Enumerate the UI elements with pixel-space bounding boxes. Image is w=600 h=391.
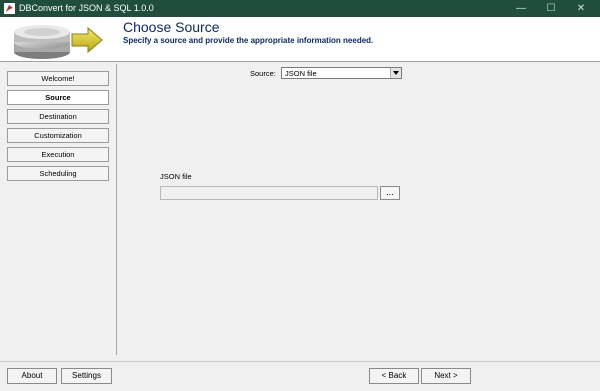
next-button[interactable]: Next > [421,368,471,384]
footer-divider [0,361,600,362]
json-file-input[interactable] [160,186,378,200]
close-button[interactable]: ✕ [566,0,596,17]
json-file-label: JSON file [160,172,192,181]
maximize-button[interactable]: ☐ [536,0,566,17]
minimize-button[interactable]: — [506,0,536,17]
page-title: Choose Source [123,19,220,35]
sidebar-item-welcome[interactable]: Welcome! [7,71,109,86]
settings-button[interactable]: Settings [61,368,112,384]
sidebar-divider [116,64,117,355]
sidebar-item-scheduling[interactable]: Scheduling [7,166,109,181]
about-button[interactable]: About [7,368,57,384]
title-bar: DBConvert for JSON & SQL 1.0.0 — ☐ ✕ [0,0,600,17]
wizard-header: Choose Source Specify a source and provi… [0,17,600,62]
sidebar-item-customization[interactable]: Customization [7,128,109,143]
app-icon [4,3,15,14]
page-subtitle: Specify a source and provide the appropr… [123,36,374,45]
sidebar-item-execution[interactable]: Execution [7,147,109,162]
source-label: Source: [250,69,276,78]
source-selected-value: JSON file [285,69,317,78]
back-button[interactable]: < Back [369,368,419,384]
window-title: DBConvert for JSON & SQL 1.0.0 [19,3,154,13]
source-select[interactable]: JSON file [281,67,402,79]
database-convert-icon [14,25,103,59]
sidebar-item-source[interactable]: Source [7,90,109,105]
sidebar-item-destination[interactable]: Destination [7,109,109,124]
chevron-down-icon[interactable] [390,68,401,78]
browse-button[interactable]: ... [380,186,400,200]
